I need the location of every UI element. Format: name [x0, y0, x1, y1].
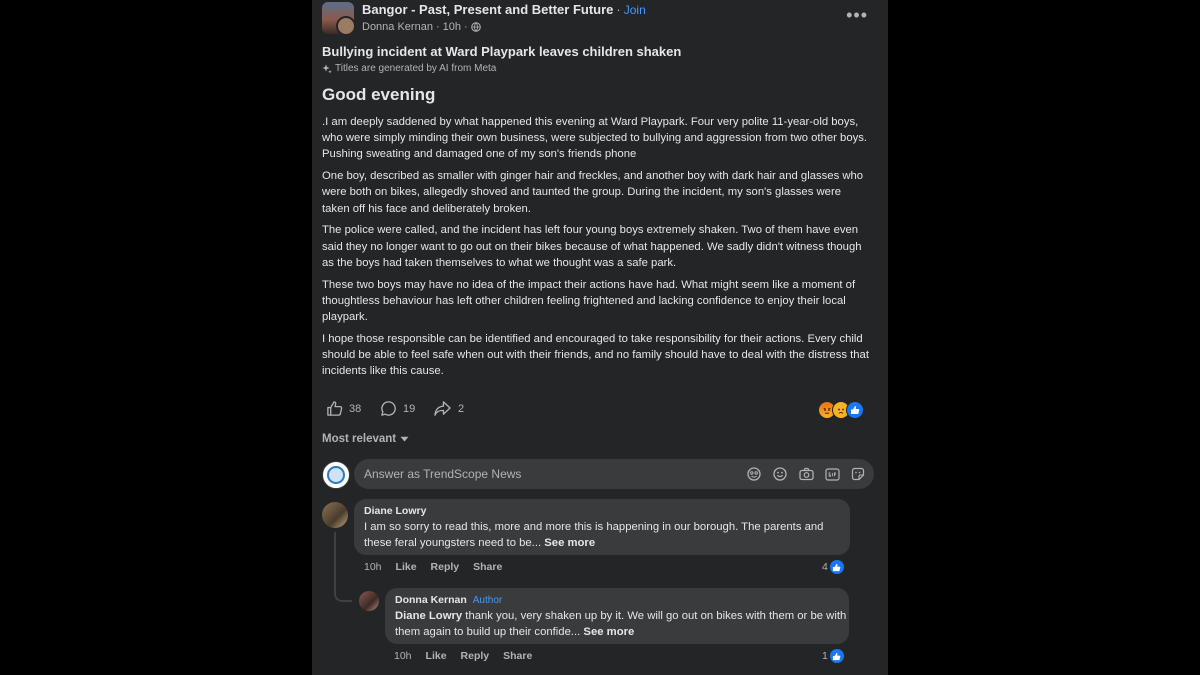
comment-text: Diane Lowry thank you, very shaken up by… [395, 608, 865, 640]
post-paragraph: These two boys may have no idea of the i… [322, 278, 856, 324]
group-name-link[interactable]: Bangor - Past, Present and Better Future [362, 2, 613, 17]
post-paragraph: .I am deeply saddened by what happened t… [322, 116, 868, 161]
commenter-avatar[interactable] [322, 502, 348, 528]
author-avatar[interactable] [336, 16, 354, 34]
post-time[interactable]: 10h [443, 21, 461, 33]
like-count: 38 [349, 402, 362, 415]
comment-count: 19 [403, 402, 416, 415]
comment-like-link[interactable]: Like [426, 650, 447, 662]
composer-placeholder: Answer as TrendScope News [364, 467, 522, 481]
reply-bubble: Donna Kernan Author Diane Lowry thank you… [385, 588, 849, 644]
comment-share-link[interactable]: Share [503, 650, 532, 662]
author-badge: Author [472, 595, 503, 606]
see-more-link[interactable]: See more [544, 537, 595, 549]
reaction-summary[interactable] [818, 401, 868, 419]
ai-title-note: Titles are generated by AI from Meta [322, 63, 496, 74]
group-name-line: Bangor - Past, Present and Better Future… [362, 2, 646, 17]
like-button[interactable]: 38 [326, 400, 361, 417]
post-paragraph: One boy, described as smaller with ginge… [322, 170, 864, 215]
post-header: Bangor - Past, Present and Better Future… [322, 2, 878, 34]
sticker-icon[interactable] [850, 466, 866, 482]
post-title: Bullying incident at Ward Playpark leave… [322, 44, 682, 59]
emoji-icon[interactable] [772, 466, 788, 482]
caret-down-icon [400, 436, 409, 442]
author-name-link[interactable]: Donna Kernan [362, 21, 433, 33]
like-reaction-icon [829, 649, 844, 663]
globe-icon [470, 22, 481, 32]
avatar-sticker-icon[interactable] [746, 466, 762, 482]
commenter-avatar[interactable] [359, 591, 379, 611]
comment-bubble: Diane Lowry I am so sorry to read this, … [354, 499, 850, 555]
comment-reaction-count[interactable]: 1 [822, 649, 844, 663]
post-greeting: Good evening [322, 85, 436, 104]
comment-reply-link[interactable]: Reply [431, 561, 460, 573]
comment-icon [381, 401, 396, 416]
mention-link[interactable]: Diane Lowry [395, 610, 462, 622]
post-body: .I am deeply saddened by what happened t… [322, 114, 870, 385]
sparkle-icon [322, 64, 332, 73]
share-icon [434, 401, 451, 416]
group-avatar[interactable] [322, 2, 354, 34]
comment-composer[interactable]: Answer as TrendScope News [354, 459, 874, 489]
comment-like-count: 1 [822, 650, 828, 662]
comment-text: I am so sorry to read this, more and mor… [364, 519, 834, 551]
reply-thread-line [334, 532, 352, 602]
commenter-name[interactable]: Donna Kernan [395, 594, 467, 606]
share-count: 2 [458, 402, 465, 415]
thumbs-up-icon [327, 401, 343, 416]
comment-actions: 10h Like Reply Share [364, 561, 502, 573]
comment-time[interactable]: 10h [394, 650, 412, 662]
like-reaction-icon [829, 560, 844, 574]
share-button[interactable]: 2 [433, 400, 464, 417]
see-more-link[interactable]: See more [583, 626, 634, 638]
reply-author-line: Donna Kernan Author [395, 594, 502, 606]
comment-button[interactable]: 19 [380, 400, 415, 417]
comment-like-count: 4 [822, 561, 828, 573]
composer-tools [746, 466, 866, 482]
more-options-button[interactable]: ••• [846, 6, 868, 24]
page-avatar[interactable] [322, 461, 350, 489]
post-paragraph: The police were called, and the incident… [322, 224, 862, 269]
comment-reaction-count[interactable]: 4 [822, 560, 844, 574]
sort-label: Most relevant [322, 433, 397, 445]
comment-reply-link[interactable]: Reply [461, 650, 490, 662]
gif-icon[interactable] [824, 466, 840, 482]
comment-actions: 10h Like Reply Share [394, 650, 532, 662]
comment-like-link[interactable]: Like [396, 561, 417, 573]
comment-sort-dropdown[interactable]: Most relevant [322, 433, 409, 445]
post-meta: Donna Kernan · 10h · [362, 21, 481, 33]
ai-note-text: Titles are generated by AI from Meta [335, 63, 497, 74]
commenter-name[interactable]: Diane Lowry [364, 505, 426, 517]
post-card: Bangor - Past, Present and Better Future… [312, 0, 888, 675]
join-link[interactable]: Join [624, 3, 646, 17]
like-reaction-icon [846, 401, 864, 419]
camera-icon[interactable] [798, 466, 814, 482]
post-paragraph: I hope those responsible can be identifi… [322, 332, 869, 378]
post-actions: 38 19 2 [322, 400, 878, 420]
comment-time[interactable]: 10h [364, 561, 382, 573]
comment-share-link[interactable]: Share [473, 561, 502, 573]
